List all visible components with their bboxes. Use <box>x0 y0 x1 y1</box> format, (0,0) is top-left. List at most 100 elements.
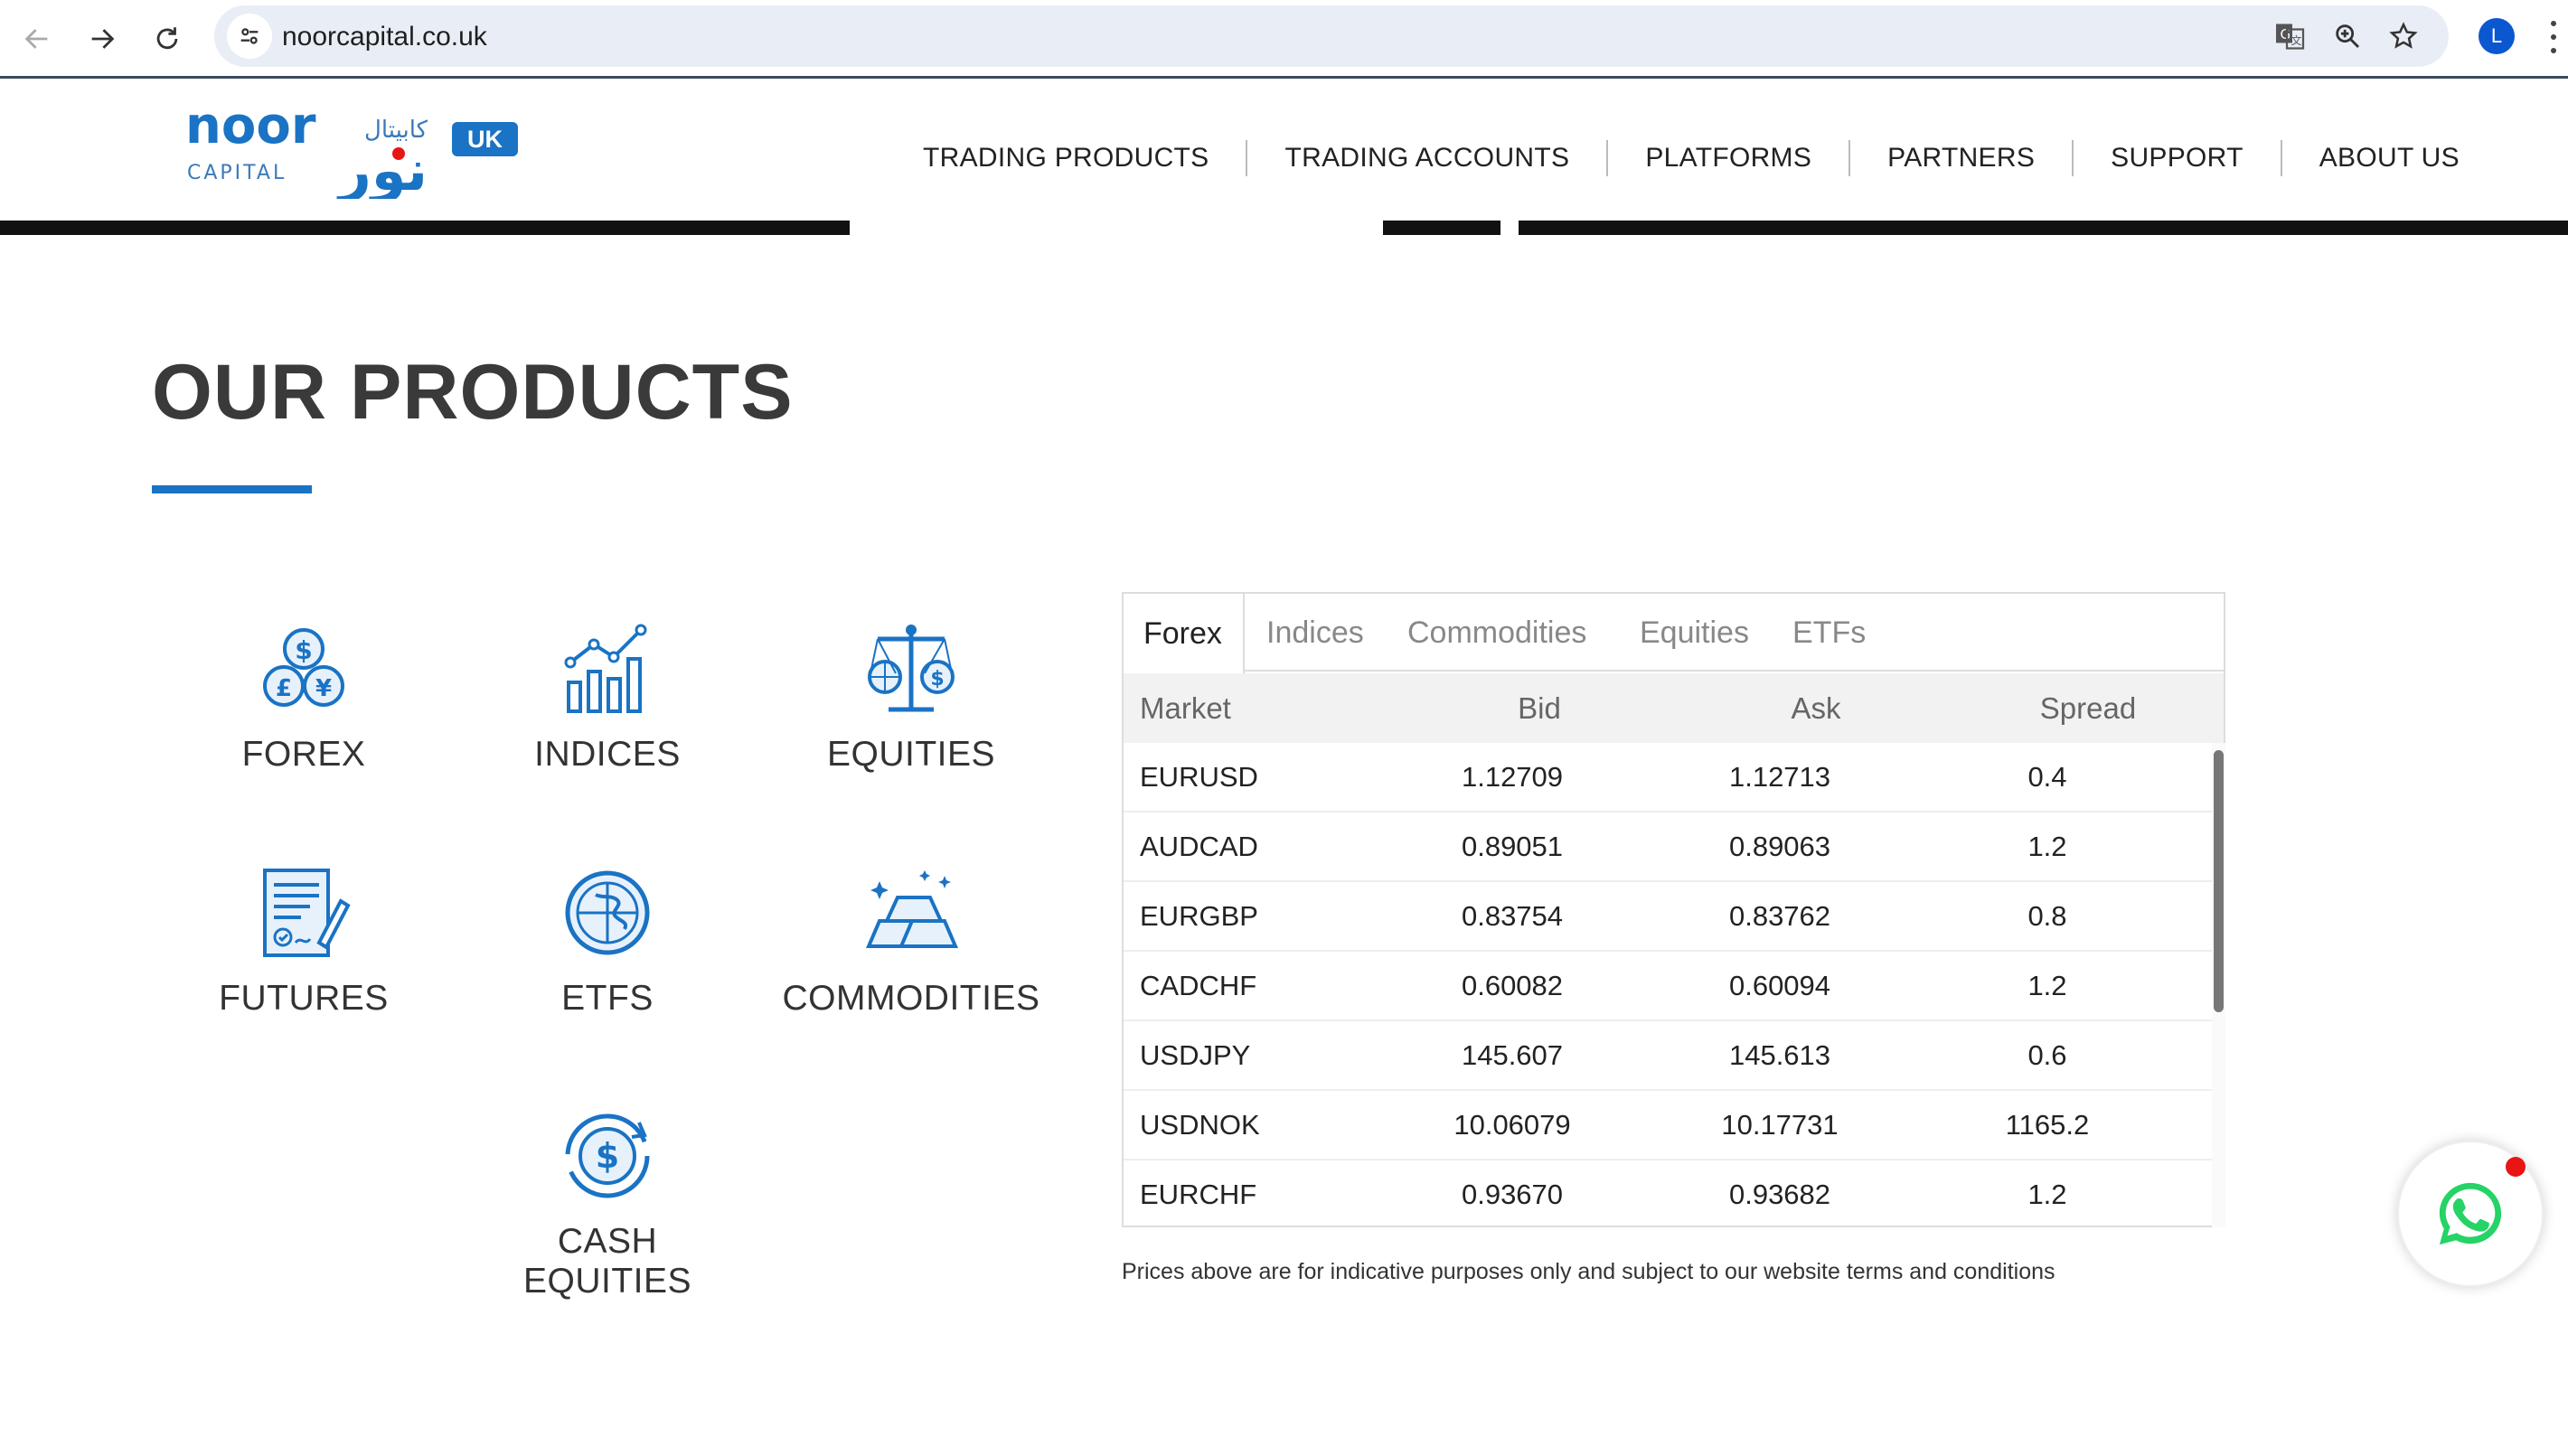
product-label: ETFS <box>561 979 654 1018</box>
star-icon <box>2389 22 2418 49</box>
nav-about-us[interactable]: ABOUT US <box>2280 140 2497 176</box>
cell-ask: 145.613 <box>1728 1039 1831 1071</box>
contract-pen-icon <box>263 869 351 957</box>
cell-market: USDNOK <box>1140 1109 1260 1141</box>
zoom-button[interactable] <box>2329 18 2366 54</box>
cell-ask: 0.93682 <box>1728 1179 1831 1210</box>
bookmark-button[interactable] <box>2385 18 2422 54</box>
nav-support[interactable]: SUPPORT <box>2072 140 2281 176</box>
site-info-button[interactable] <box>227 14 272 59</box>
column-header-spread: Spread <box>2039 691 2137 725</box>
table-row: EURGBP 0.83754 0.83762 0.8 <box>1124 882 2212 952</box>
svg-text:¥: ¥ <box>315 675 332 702</box>
product-label: INDICES <box>534 735 681 774</box>
cell-bid: 0.89051 <box>1461 831 1564 862</box>
quotes-table-body[interactable]: EURUSD 1.12709 1.12713 0.4 AUDCAD 0.8905… <box>1124 743 2212 1227</box>
table-row: USDJPY 145.607 145.613 0.6 <box>1124 1021 2212 1091</box>
column-header-market: Market <box>1140 691 1231 725</box>
cell-spread: 0.8 <box>2027 900 2067 932</box>
logo-capital-text: CAPITAL <box>187 162 287 184</box>
reload-icon <box>156 27 178 50</box>
cell-market: EURUSD <box>1140 761 1258 793</box>
quotes-disclaimer: Prices above are for indicative purposes… <box>1122 1259 2055 1284</box>
column-header-ask: Ask <box>1791 691 1841 725</box>
svg-text:$: $ <box>295 635 312 665</box>
scrollbar-thumb[interactable] <box>2214 750 2224 1012</box>
svg-text:$: $ <box>930 668 944 690</box>
browser-toolbar: noorcapital.co.uk G文 L <box>0 0 2568 79</box>
address-bar[interactable]: noorcapital.co.uk G文 <box>214 5 2449 67</box>
profile-avatar[interactable]: L <box>2479 18 2515 54</box>
product-equities[interactable]: $ EQUITIES <box>776 619 1047 775</box>
column-header-bid: Bid <box>1518 691 1561 725</box>
dot-icon <box>2551 48 2556 54</box>
url-text[interactable]: noorcapital.co.uk <box>282 22 487 52</box>
banner-image-fragment <box>850 221 1383 235</box>
dot-icon <box>2551 20 2556 26</box>
product-commodities[interactable]: COMMODITIES <box>776 863 1047 1019</box>
cell-ask: 0.89063 <box>1728 831 1831 862</box>
cell-spread: 1.2 <box>2027 1179 2067 1210</box>
cell-market: EURGBP <box>1140 900 1258 932</box>
product-label: FOREX <box>241 735 366 774</box>
product-etfs[interactable]: ETFS <box>472 863 743 1019</box>
cell-bid: 10.06079 <box>1453 1109 1571 1141</box>
svg-text:£: £ <box>276 675 292 702</box>
cell-bid: 0.83754 <box>1461 900 1564 932</box>
cell-bid: 0.60082 <box>1461 970 1564 1001</box>
bar-chart-trend-icon <box>564 624 647 713</box>
main-navigation: TRADING PRODUCTS TRADING ACCOUNTS PLATFO… <box>886 136 2497 181</box>
product-futures[interactable]: FUTURES <box>168 863 439 1019</box>
logo-arabic-big-text: نور <box>336 137 428 199</box>
tab-indices[interactable]: Indices <box>1266 594 1364 672</box>
product-forex[interactable]: $ £ ¥ FOREX <box>168 619 439 775</box>
logo-latin-text: noor <box>185 99 316 155</box>
hero-banner-edge <box>0 221 2568 235</box>
table-row: USDNOK 10.06079 10.17731 1165.2 <box>1124 1091 2212 1160</box>
cell-bid: 0.93670 <box>1461 1179 1564 1210</box>
cell-ask: 1.12713 <box>1728 761 1831 793</box>
translate-button[interactable]: G文 <box>2272 18 2308 54</box>
dot-icon <box>2551 33 2556 40</box>
currency-coins-icon: $ £ ¥ <box>263 628 344 707</box>
quotes-scrollbar[interactable] <box>2212 743 2225 1227</box>
cell-market: CADCHF <box>1140 970 1257 1001</box>
tab-etfs[interactable]: ETFs <box>1792 594 1866 672</box>
quotes-tabs: Forex Indices Commodities Equities ETFs <box>1124 594 2224 673</box>
table-row: EURCHF 0.93670 0.93682 1.2 <box>1124 1160 2212 1227</box>
banner-image-fragment <box>1500 221 1519 235</box>
table-row: AUDCAD 0.89051 0.89063 1.2 <box>1124 813 2212 882</box>
noor-capital-logo[interactable]: noor CAPITAL كابيتال نور <box>185 99 429 199</box>
section-title: OUR PRODUCTS <box>152 349 794 436</box>
whatsapp-icon <box>2439 1182 2502 1245</box>
cell-spread: 1165.2 <box>2005 1109 2090 1141</box>
nav-trading-products[interactable]: TRADING PRODUCTS <box>886 140 1246 176</box>
tab-forex[interactable]: Forex <box>1124 594 1245 673</box>
nav-trading-accounts[interactable]: TRADING ACCOUNTS <box>1246 140 1606 176</box>
svg-text:文: 文 <box>2291 33 2302 47</box>
product-label: FUTURES <box>219 979 389 1018</box>
region-badge[interactable]: UK <box>452 122 518 156</box>
table-row: CADCHF 0.60082 0.60094 1.2 <box>1124 952 2212 1021</box>
quotes-table-header: Market Bid Ask Spread <box>1124 673 2224 743</box>
nav-platforms[interactable]: PLATFORMS <box>1606 140 1848 176</box>
market-quotes-widget: Forex Indices Commodities Equities ETFs … <box>1122 592 2225 1227</box>
site-header: noor CAPITAL كابيتال نور UK TRADING PROD… <box>0 81 2568 221</box>
reload-button[interactable] <box>145 16 190 61</box>
product-indices[interactable]: INDICES <box>472 619 743 775</box>
cell-spread: 0.6 <box>2027 1039 2067 1071</box>
cell-spread: 1.2 <box>2027 831 2067 862</box>
cell-market: EURCHF <box>1140 1179 1257 1210</box>
back-button[interactable] <box>14 16 60 61</box>
nav-partners[interactable]: PARTNERS <box>1848 140 2072 176</box>
product-label: COMMODITIES <box>782 979 1040 1018</box>
browser-menu-button[interactable] <box>2544 16 2563 58</box>
forward-button[interactable] <box>80 16 125 61</box>
title-underline <box>152 485 312 493</box>
tab-commodities[interactable]: Commodities <box>1407 594 1586 672</box>
cell-spread: 0.4 <box>2027 761 2067 793</box>
tab-equities[interactable]: Equities <box>1640 594 1749 672</box>
product-cash-equities[interactable]: $ CASH EQUITIES <box>472 1106 743 1301</box>
tune-icon <box>240 28 259 44</box>
globe-network-icon <box>565 870 650 955</box>
